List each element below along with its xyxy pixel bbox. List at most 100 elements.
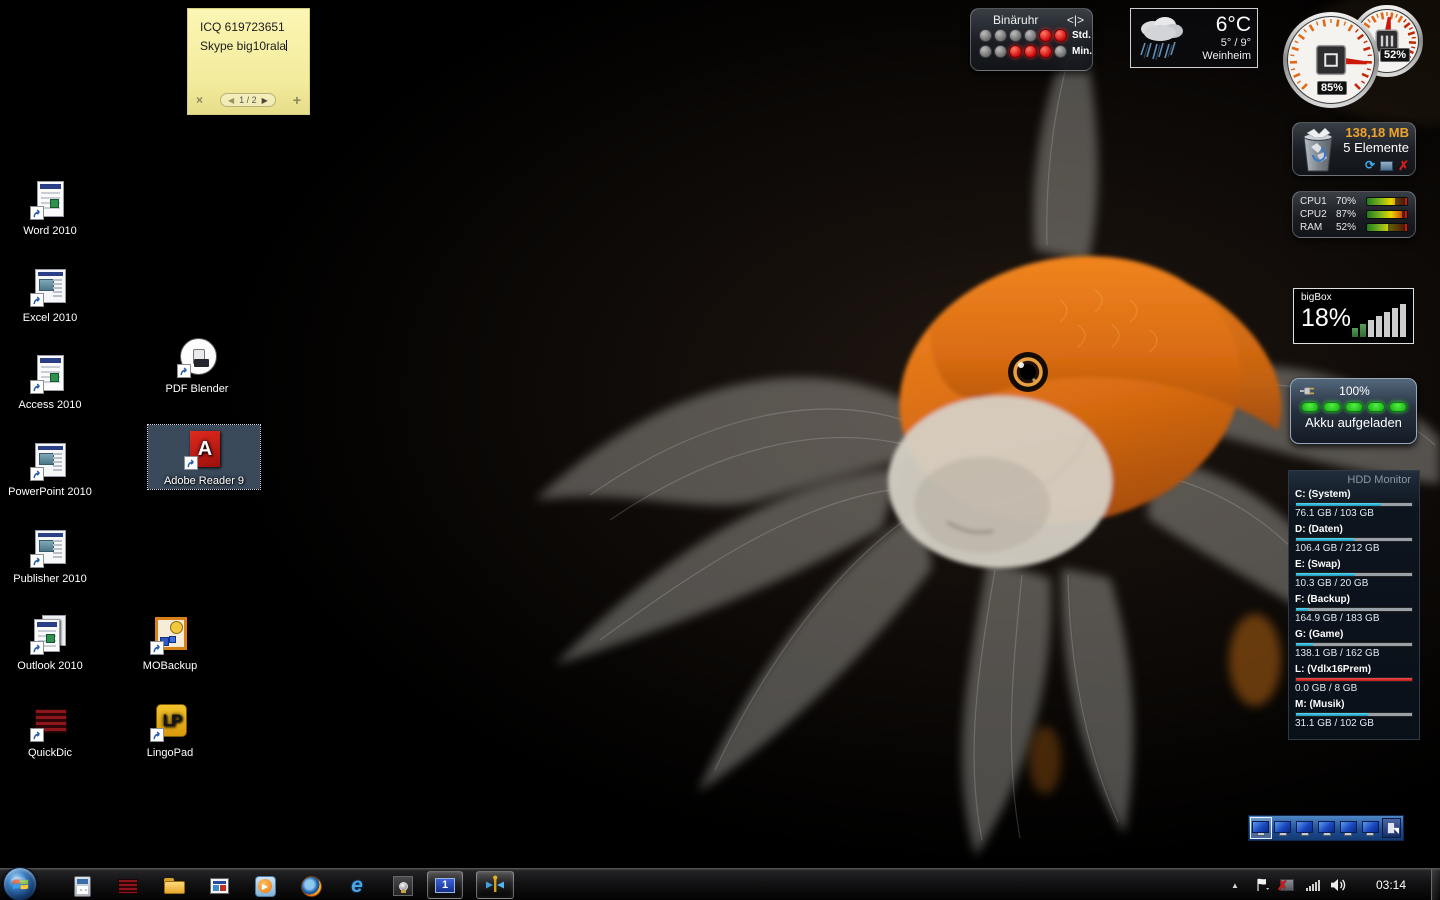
drive-usage: 76.1 GB / 103 GB — [1295, 508, 1413, 520]
show-desktop-button[interactable] — [1431, 869, 1440, 900]
signal-bar — [1368, 320, 1374, 337]
drive-bar — [1295, 677, 1413, 682]
virtual-desktop-pager[interactable]: ◥ — [1248, 815, 1404, 841]
windows-logo-icon — [11, 875, 30, 894]
battery-gadget[interactable]: 100% Akku aufgeladen — [1290, 378, 1417, 444]
taskbar-running-app-1[interactable]: 1 — [427, 871, 463, 899]
drive-bar — [1295, 537, 1413, 542]
meter-row-cpu2: CPU287% — [1300, 209, 1408, 220]
explorer-folder-icon[interactable] — [162, 874, 186, 898]
led-on-icon — [1054, 29, 1067, 42]
binary-clock-controls[interactable]: <|> — [1067, 13, 1084, 27]
office-doc-icon — [28, 178, 72, 222]
meter-row-ram: RAM52% — [1300, 222, 1408, 233]
note-prev-icon[interactable]: ◀ — [228, 96, 234, 105]
desktop-icon-publisher-2010[interactable]: Publisher 2010 — [0, 523, 106, 587]
empty-bin-icon[interactable]: ✗ — [1398, 158, 1409, 174]
meter-value: 87% — [1336, 209, 1366, 220]
virtual-desktop-1[interactable] — [1251, 818, 1271, 838]
start-button[interactable] — [3, 867, 37, 900]
calculator-icon[interactable] — [70, 874, 94, 898]
weather-gadget[interactable]: 6°C 5° / 9° Weinheim — [1130, 8, 1258, 68]
virtual-desktop-2[interactable] — [1273, 818, 1293, 838]
drive-name: M: (Musik) — [1295, 699, 1413, 711]
office-doc-icon — [28, 352, 72, 396]
drive-usage: 138.1 GB / 162 GB — [1295, 648, 1413, 660]
battery-segment-icon — [1389, 402, 1407, 412]
led-off-icon — [1009, 29, 1022, 42]
desktop-icon-mobackup[interactable]: MOBackup — [114, 610, 226, 674]
drive-name: G: (Game) — [1295, 629, 1413, 641]
battery-status: Akku aufgeladen — [1299, 415, 1408, 430]
sticky-note-text[interactable]: ICQ 619723651 Skype big10rala — [188, 9, 309, 92]
taskbar-clock[interactable]: 03:14 — [1364, 869, 1418, 900]
desktop-icon-quickdic[interactable]: QuickDic — [0, 697, 106, 761]
virtual-desktop-5[interactable] — [1338, 818, 1358, 838]
note-add-icon[interactable]: + — [293, 92, 301, 108]
app-window-icon[interactable] — [207, 874, 231, 898]
sticky-note-gadget[interactable]: ICQ 619723651 Skype big10rala × ◀ 1 / 2 … — [187, 8, 310, 115]
desktop-icon-lingopad[interactable]: LPLingoPad — [114, 697, 226, 761]
quickdic-icon[interactable] — [116, 874, 140, 898]
drive-bar — [1295, 712, 1413, 717]
meter-row-cpu1: CPU170% — [1300, 196, 1408, 207]
drive-row: G: (Game) 138.1 GB / 162 GB — [1295, 629, 1413, 660]
internet-explorer-icon[interactable]: e — [345, 874, 369, 898]
note-pager: ◀ 1 / 2 ▶ — [220, 93, 276, 107]
action-center-flag-icon[interactable] — [1250, 869, 1272, 900]
desktop-icon-label: PDF Blender — [141, 383, 253, 395]
virtual-desktop-4[interactable] — [1317, 818, 1337, 838]
desktop-icon-word-2010[interactable]: Word 2010 — [0, 175, 106, 239]
led-off-icon — [1054, 45, 1067, 58]
meter-label: RAM — [1300, 222, 1336, 233]
note-next-icon[interactable]: ▶ — [262, 96, 268, 105]
volume-icon[interactable] — [1326, 869, 1350, 900]
desktop-icon-label: PowerPoint 2010 — [0, 486, 106, 498]
meter-bar — [1366, 223, 1408, 232]
binary-clock-gadget[interactable]: Binäruhr <|> Std. Min. — [970, 8, 1093, 71]
note-line-2: Skype big10rala — [200, 37, 297, 56]
device-error-icon[interactable]: ✗ — [1276, 869, 1298, 900]
battery-segment-icon — [1367, 402, 1385, 412]
desktop-icon-adobe-reader-9[interactable]: AAdobe Reader 9 — [148, 425, 260, 489]
gold-key-app-icon — [484, 874, 506, 896]
taskbar-running-app-2[interactable] — [476, 871, 514, 899]
camera-app-icon[interactable] — [391, 874, 415, 898]
pager-exit-icon[interactable]: ◥ — [1382, 818, 1401, 838]
led-off-icon — [979, 29, 992, 42]
text-caret — [286, 40, 287, 51]
system-meter-gadget[interactable]: CPU170% CPU287% RAM52% — [1292, 191, 1416, 238]
taskbar: ▶ e 1 ▲ ✗ 03:14 — [0, 868, 1440, 900]
windows-media-player-icon[interactable]: ▶ — [253, 874, 277, 898]
signal-bar — [1384, 312, 1390, 337]
show-hidden-icons-button[interactable]: ▲ — [1226, 869, 1244, 900]
blue-1-app-icon: 1 — [435, 878, 455, 893]
firefox-icon[interactable] — [299, 874, 323, 898]
hours-label: Std. — [1072, 29, 1092, 42]
recycle-bin-count: 5 Elemente — [1339, 140, 1409, 156]
drive-row: E: (Swap)10.3 GB / 20 GB — [1295, 559, 1413, 590]
gauge-gadget[interactable]: 52% 85% — [1283, 2, 1433, 112]
desktop-icon-access-2010[interactable]: Access 2010 — [0, 349, 106, 413]
led-off-icon — [994, 29, 1007, 42]
network-signal-icon[interactable] — [1302, 869, 1324, 900]
hdd-monitor-gadget[interactable]: HDD Monitor C: (System)76.1 GB / 103 GBD… — [1288, 470, 1420, 740]
refresh-icon[interactable]: ⟳ — [1365, 158, 1375, 172]
drive-row: C: (System)76.1 GB / 103 GB — [1295, 489, 1413, 520]
virtual-desktop-6[interactable] — [1360, 818, 1380, 838]
desktop-icon-pdf-blender[interactable]: PDF Blender — [141, 333, 253, 397]
desktop-icon-powerpoint-2010[interactable]: PowerPoint 2010 — [0, 436, 106, 500]
bigbox-gadget[interactable]: bigBox 18% — [1293, 288, 1414, 344]
recycle-bin-icon[interactable] — [1297, 125, 1339, 173]
recycle-bin-gadget[interactable]: 138,18 MB 5 Elemente ⟳ ✗ — [1292, 122, 1416, 176]
desktop-icon-outlook-2010[interactable]: Outlook 2010 — [0, 610, 106, 674]
shortcut-arrow-icon — [30, 641, 44, 655]
desktop-icon-label: Adobe Reader 9 — [148, 475, 260, 487]
drive-row: L: (Vdlx16Prem)0.0 GB / 8 GB — [1295, 664, 1413, 695]
note-close-icon[interactable]: × — [196, 93, 203, 107]
drive-bar — [1295, 572, 1413, 577]
shortcut-arrow-icon — [177, 364, 191, 378]
desktop-icon-excel-2010[interactable]: Excel 2010 — [0, 262, 106, 326]
open-bin-icon[interactable] — [1380, 161, 1393, 171]
virtual-desktop-3[interactable] — [1295, 818, 1315, 838]
